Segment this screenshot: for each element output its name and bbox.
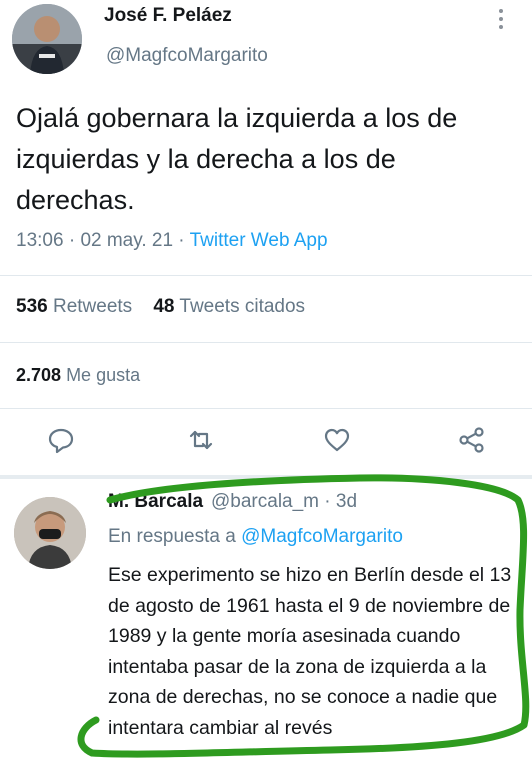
retweet-icon[interactable]: [186, 425, 216, 455]
author-avatar[interactable]: [12, 4, 82, 74]
like-icon[interactable]: [322, 425, 352, 455]
reply-author-handle[interactable]: @barcala_m · 3d: [211, 491, 357, 513]
reply-author-avatar[interactable]: [14, 497, 86, 569]
reply-icon[interactable]: [46, 425, 76, 455]
divider: [0, 475, 532, 479]
tweet-text: Ojalá gobernara la izquierda a los de iz…: [16, 103, 458, 215]
divider: [0, 342, 532, 343]
author-handle[interactable]: @MagfcoMargarito: [106, 45, 268, 67]
reply-age: 3d: [335, 491, 358, 512]
reply-author-name[interactable]: M. Barcala: [108, 491, 203, 513]
in-reply-to: En respuesta a @MagfcoMargarito: [108, 526, 403, 547]
quotes-stat[interactable]: 48 Tweets citados: [153, 296, 305, 317]
likes-stat[interactable]: 2.708 Me gusta: [16, 365, 140, 386]
author-name[interactable]: José F. Peláez: [104, 5, 232, 27]
tweet-timestamp: 13:06 · 02 may. 21 · Twitter Web App: [16, 230, 328, 251]
divider: [0, 275, 532, 276]
tweet-source[interactable]: Twitter Web App: [190, 230, 328, 251]
more-options-icon[interactable]: [494, 6, 508, 32]
reply-mention-link[interactable]: @MagfcoMargarito: [241, 526, 403, 547]
engagement-stats: 536 Retweets 48 Tweets citados: [16, 296, 305, 318]
tweet-time: 13:06: [16, 230, 64, 251]
tweet-date: 02 may. 21: [80, 230, 174, 251]
reply-text: Ese experimento se hizo en Berlín desde …: [108, 564, 512, 739]
share-icon[interactable]: [457, 425, 487, 455]
retweets-stat[interactable]: 536 Retweets: [16, 296, 132, 317]
divider: [0, 408, 532, 409]
